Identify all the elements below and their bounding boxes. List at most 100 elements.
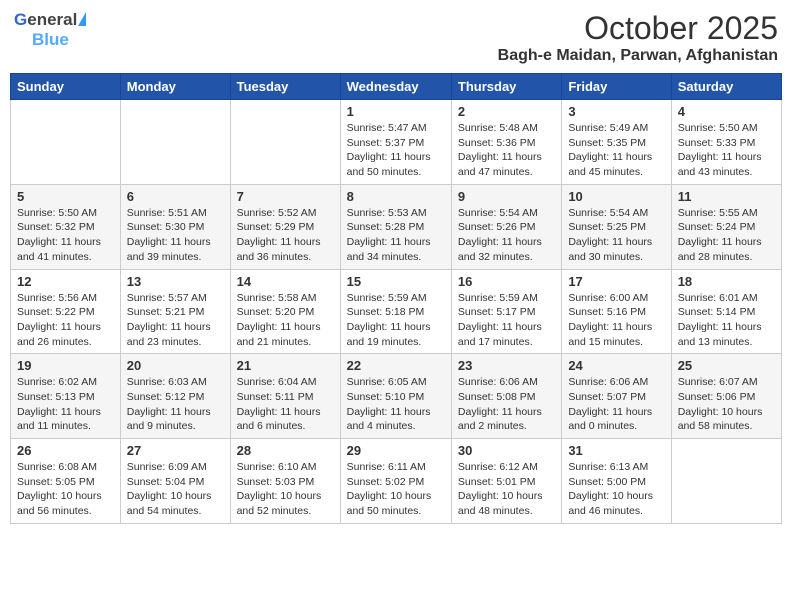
day-info: Sunrise: 6:06 AMSunset: 5:08 PMDaylight:… xyxy=(458,375,555,434)
day-number: 4 xyxy=(678,104,775,119)
calendar-cell: 8Sunrise: 5:53 AMSunset: 5:28 PMDaylight… xyxy=(340,184,451,269)
logo: General Blue xyxy=(14,10,86,50)
day-number: 9 xyxy=(458,189,555,204)
day-number: 24 xyxy=(568,358,664,373)
day-info: Sunrise: 6:02 AMSunset: 5:13 PMDaylight:… xyxy=(17,375,114,434)
calendar-cell: 2 Sunrise: 5:48 AMSunset: 5:36 PMDaylight… xyxy=(451,100,561,185)
day-number: 8 xyxy=(347,189,445,204)
day-info: Sunrise: 5:54 AMSunset: 5:26 PMDaylight:… xyxy=(458,206,555,265)
calendar-cell: 19 Sunrise: 6:02 AMSunset: 5:13 PMDayligh… xyxy=(11,354,121,439)
calendar-week-row: 26 Sunrise: 6:08 AMSunset: 5:05 PMDayligh… xyxy=(11,439,782,524)
day-number: 13 xyxy=(127,274,224,289)
day-number: 26 xyxy=(17,443,114,458)
day-info: Sunrise: 6:13 AMSunset: 5:00 PMDaylight:… xyxy=(568,460,664,519)
day-number: 31 xyxy=(568,443,664,458)
calendar-cell: 27Sunrise: 6:09 AMSunset: 5:04 PMDayligh… xyxy=(120,439,230,524)
calendar-cell xyxy=(120,100,230,185)
calendar-week-row: 12Sunrise: 5:56 AMSunset: 5:22 PMDayligh… xyxy=(11,269,782,354)
day-info: Sunrise: 6:01 AMSunset: 5:14 PMDaylight:… xyxy=(678,291,775,350)
day-info: Sunrise: 6:07 AMSunset: 5:06 PMDaylight:… xyxy=(678,375,775,434)
calendar-cell: 14 Sunrise: 5:58 AMSunset: 5:20 PMDayligh… xyxy=(230,269,340,354)
calendar-cell: 1 Sunrise: 5:47 AMSunset: 5:37 PMDaylight… xyxy=(340,100,451,185)
day-number: 28 xyxy=(237,443,334,458)
calendar-week-row: 19 Sunrise: 6:02 AMSunset: 5:13 PMDayligh… xyxy=(11,354,782,439)
day-info: Sunrise: 6:04 AMSunset: 5:11 PMDaylight:… xyxy=(237,375,334,434)
calendar-cell: 31 Sunrise: 6:13 AMSunset: 5:00 PMDayligh… xyxy=(562,439,671,524)
calendar-cell: 18Sunrise: 6:01 AMSunset: 5:14 PMDayligh… xyxy=(671,269,781,354)
day-number: 2 xyxy=(458,104,555,119)
day-info: Sunrise: 5:49 AMSunset: 5:35 PMDaylight:… xyxy=(568,121,664,180)
day-info: Sunrise: 6:00 AMSunset: 5:16 PMDaylight:… xyxy=(568,291,664,350)
day-number: 10 xyxy=(568,189,664,204)
day-number: 29 xyxy=(347,443,445,458)
calendar-cell: 26 Sunrise: 6:08 AMSunset: 5:05 PMDayligh… xyxy=(11,439,121,524)
calendar-cell: 4 Sunrise: 5:50 AMSunset: 5:33 PMDaylight… xyxy=(671,100,781,185)
calendar-cell: 7 Sunrise: 5:52 AMSunset: 5:29 PMDaylight… xyxy=(230,184,340,269)
day-info: Sunrise: 5:55 AMSunset: 5:24 PMDaylight:… xyxy=(678,206,775,265)
page-header: General Blue October 2025 Bagh-e Maidan,… xyxy=(10,10,782,65)
calendar-cell xyxy=(230,100,340,185)
day-number: 19 xyxy=(17,358,114,373)
day-info: Sunrise: 5:48 AMSunset: 5:36 PMDaylight:… xyxy=(458,121,555,180)
calendar-header-row: SundayMondayTuesdayWednesdayThursdayFrid… xyxy=(11,74,782,100)
day-info: Sunrise: 6:03 AMSunset: 5:12 PMDaylight:… xyxy=(127,375,224,434)
month-title: October 2025 xyxy=(498,10,778,47)
day-info: Sunrise: 5:57 AMSunset: 5:21 PMDaylight:… xyxy=(127,291,224,350)
calendar-cell: 12Sunrise: 5:56 AMSunset: 5:22 PMDayligh… xyxy=(11,269,121,354)
calendar-cell: 22Sunrise: 6:05 AMSunset: 5:10 PMDayligh… xyxy=(340,354,451,439)
calendar-cell: 5 Sunrise: 5:50 AMSunset: 5:32 PMDaylight… xyxy=(11,184,121,269)
logo-blue-text: Blue xyxy=(32,30,69,50)
calendar-cell: 30Sunrise: 6:12 AMSunset: 5:01 PMDayligh… xyxy=(451,439,561,524)
day-number: 11 xyxy=(678,189,775,204)
day-number: 27 xyxy=(127,443,224,458)
day-info: Sunrise: 5:50 AMSunset: 5:32 PMDaylight:… xyxy=(17,206,114,265)
calendar-cell: 3 Sunrise: 5:49 AMSunset: 5:35 PMDaylight… xyxy=(562,100,671,185)
day-number: 5 xyxy=(17,189,114,204)
day-number: 7 xyxy=(237,189,334,204)
day-number: 3 xyxy=(568,104,664,119)
day-info: Sunrise: 5:56 AMSunset: 5:22 PMDaylight:… xyxy=(17,291,114,350)
calendar-cell: 28 Sunrise: 6:10 AMSunset: 5:03 PMDayligh… xyxy=(230,439,340,524)
calendar-week-row: 1 Sunrise: 5:47 AMSunset: 5:37 PMDaylight… xyxy=(11,100,782,185)
day-info: Sunrise: 5:47 AMSunset: 5:37 PMDaylight:… xyxy=(347,121,445,180)
title-section: October 2025 Bagh-e Maidan, Parwan, Afgh… xyxy=(498,10,778,65)
calendar-cell: 23Sunrise: 6:06 AMSunset: 5:08 PMDayligh… xyxy=(451,354,561,439)
weekday-header-tuesday: Tuesday xyxy=(230,74,340,100)
day-info: Sunrise: 5:52 AMSunset: 5:29 PMDaylight:… xyxy=(237,206,334,265)
weekday-header-friday: Friday xyxy=(562,74,671,100)
day-info: Sunrise: 6:06 AMSunset: 5:07 PMDaylight:… xyxy=(568,375,664,434)
logo-triangle-icon xyxy=(78,12,86,26)
calendar-cell: 29Sunrise: 6:11 AMSunset: 5:02 PMDayligh… xyxy=(340,439,451,524)
calendar-cell: 6 Sunrise: 5:51 AMSunset: 5:30 PMDaylight… xyxy=(120,184,230,269)
calendar-cell: 25Sunrise: 6:07 AMSunset: 5:06 PMDayligh… xyxy=(671,354,781,439)
location-title: Bagh-e Maidan, Parwan, Afghanistan xyxy=(498,47,778,65)
calendar-cell: 15Sunrise: 5:59 AMSunset: 5:18 PMDayligh… xyxy=(340,269,451,354)
day-info: Sunrise: 5:51 AMSunset: 5:30 PMDaylight:… xyxy=(127,206,224,265)
calendar-cell: 21 Sunrise: 6:04 AMSunset: 5:11 PMDayligh… xyxy=(230,354,340,439)
day-number: 1 xyxy=(347,104,445,119)
day-info: Sunrise: 6:05 AMSunset: 5:10 PMDaylight:… xyxy=(347,375,445,434)
calendar-cell xyxy=(671,439,781,524)
day-info: Sunrise: 6:08 AMSunset: 5:05 PMDaylight:… xyxy=(17,460,114,519)
weekday-header-thursday: Thursday xyxy=(451,74,561,100)
day-info: Sunrise: 6:10 AMSunset: 5:03 PMDaylight:… xyxy=(237,460,334,519)
calendar-cell: 17Sunrise: 6:00 AMSunset: 5:16 PMDayligh… xyxy=(562,269,671,354)
day-info: Sunrise: 5:50 AMSunset: 5:33 PMDaylight:… xyxy=(678,121,775,180)
weekday-header-sunday: Sunday xyxy=(11,74,121,100)
day-number: 30 xyxy=(458,443,555,458)
calendar-cell: 9 Sunrise: 5:54 AMSunset: 5:26 PMDaylight… xyxy=(451,184,561,269)
weekday-header-wednesday: Wednesday xyxy=(340,74,451,100)
day-info: Sunrise: 5:54 AMSunset: 5:25 PMDaylight:… xyxy=(568,206,664,265)
day-number: 6 xyxy=(127,189,224,204)
calendar-cell: 20 Sunrise: 6:03 AMSunset: 5:12 PMDayligh… xyxy=(120,354,230,439)
day-number: 20 xyxy=(127,358,224,373)
day-info: Sunrise: 5:58 AMSunset: 5:20 PMDaylight:… xyxy=(237,291,334,350)
day-number: 14 xyxy=(237,274,334,289)
calendar-cell: 10 Sunrise: 5:54 AMSunset: 5:25 PMDayligh… xyxy=(562,184,671,269)
day-number: 21 xyxy=(237,358,334,373)
logo-general-text: General xyxy=(14,10,86,30)
calendar-table: SundayMondayTuesdayWednesdayThursdayFrid… xyxy=(10,73,782,524)
day-number: 16 xyxy=(458,274,555,289)
weekday-header-monday: Monday xyxy=(120,74,230,100)
calendar-cell: 16Sunrise: 5:59 AMSunset: 5:17 PMDayligh… xyxy=(451,269,561,354)
